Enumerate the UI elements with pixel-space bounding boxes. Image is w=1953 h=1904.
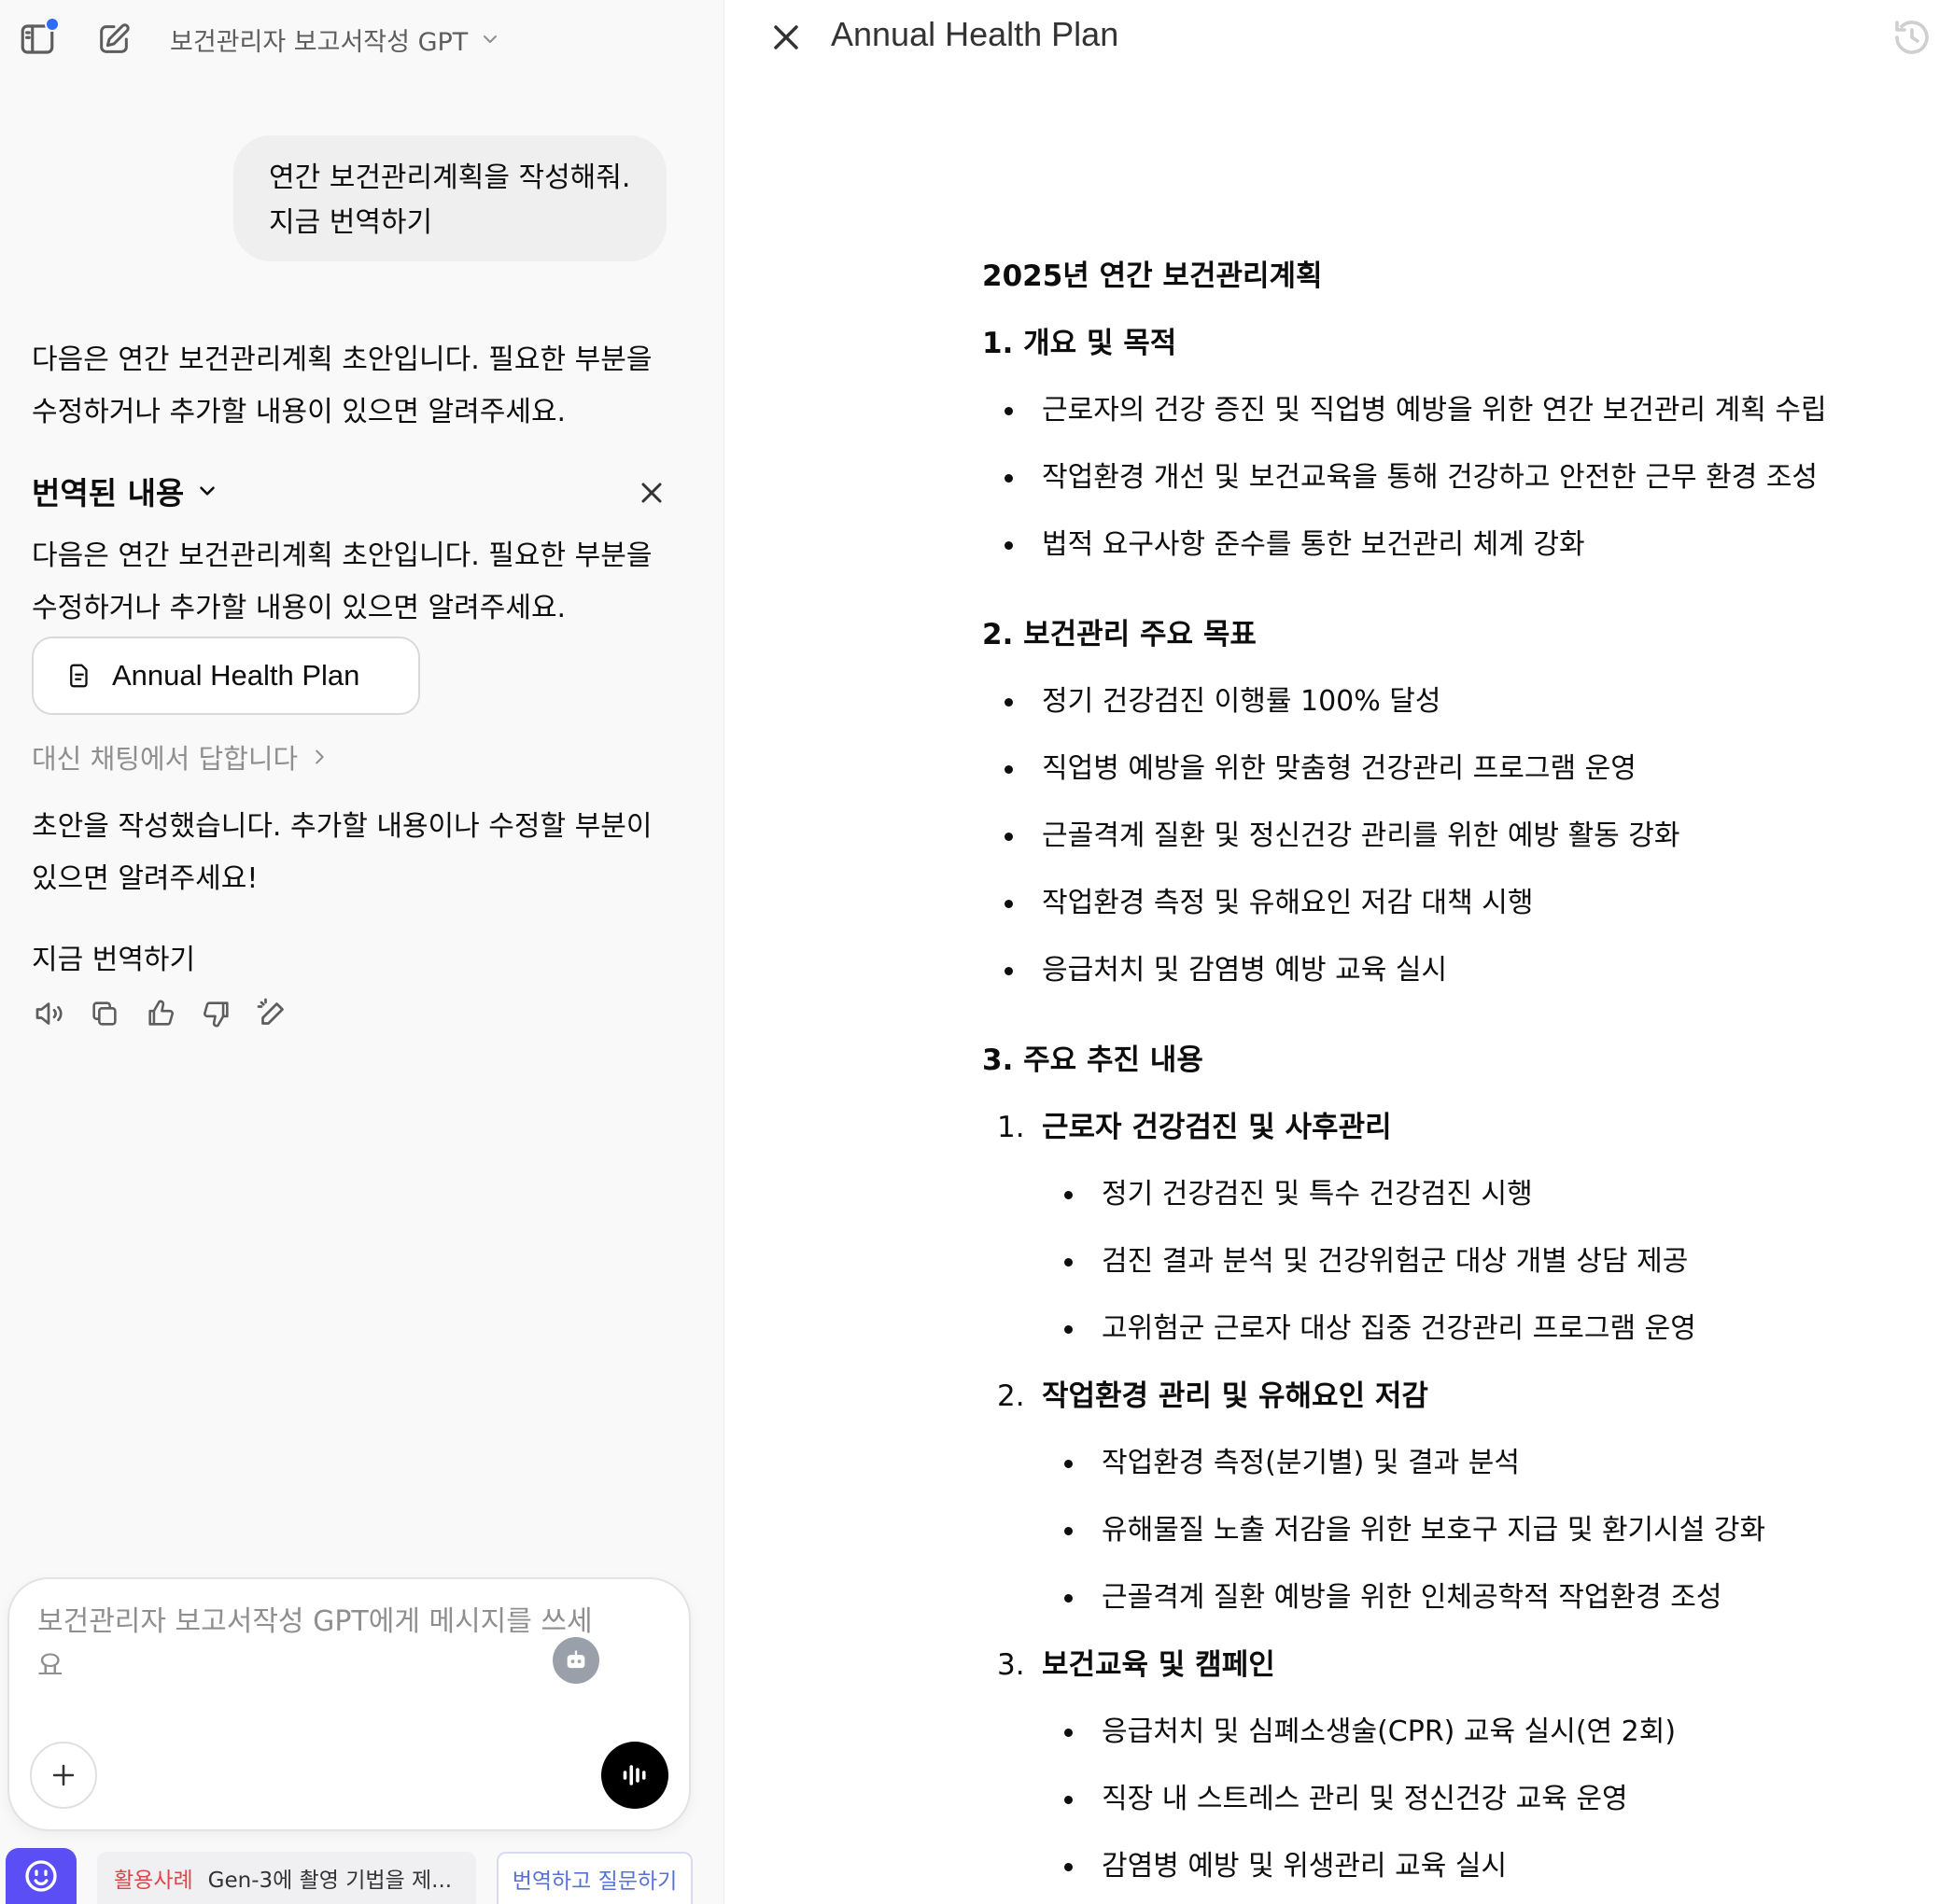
plus-icon bbox=[52, 1764, 75, 1786]
thumbs-down-icon[interactable] bbox=[200, 997, 233, 1030]
reply-in-chat-label: 대신 채팅에서 답합니다 bbox=[32, 743, 299, 775]
bullet-list: 작업환경 측정(분기별) 및 결과 분석 유해물질 노출 저감을 위한 보호구 … bbox=[982, 1439, 1878, 1641]
gpt-selector[interactable]: 보건관리자 보고서작성 GPT bbox=[170, 19, 501, 60]
list-item: 유해물질 노출 저감을 위한 보호구 지급 및 환기시설 강화 bbox=[982, 1506, 1878, 1574]
document-icon bbox=[70, 664, 88, 688]
list-item: 작업환경 측정 및 유해요인 저감 대책 시행 bbox=[982, 879, 1878, 946]
document-card-label: Annual Health Plan bbox=[112, 659, 360, 692]
subsection-number: 2. bbox=[997, 1379, 1025, 1413]
bottom-toolbar: 활용사례 Gen-3에 촬영 기법을 제... 번역하고 질문하기 bbox=[0, 1848, 724, 1904]
close-canvas-icon[interactable] bbox=[766, 17, 807, 58]
list-item: 작업환경 측정(분기별) 및 결과 분석 bbox=[982, 1439, 1878, 1506]
canvas-title: Annual Health Plan bbox=[831, 15, 1119, 53]
list-item: 작업환경 개선 및 보건교육을 통해 건강하고 안전한 근무 환경 조성 bbox=[982, 454, 1878, 521]
usecase-tag: 활용사례 bbox=[114, 1869, 193, 1893]
section-heading: 3. 주요 추진 내용 bbox=[982, 1043, 1203, 1077]
translate-and-ask-button[interactable]: 번역하고 질문하기 bbox=[497, 1852, 693, 1904]
assistant-reply-text: 초안을 작성했습니다. 추가할 내용이나 수정할 부분이 있으면 알려주세요! bbox=[32, 810, 653, 895]
list-item: 응급처치 및 감염병 예방 교육 실시 bbox=[982, 946, 1878, 1014]
brand-logo-button[interactable] bbox=[6, 1848, 77, 1904]
list-item: 감염병 예방 및 위생관리 교육 실시 bbox=[982, 1842, 1878, 1904]
voice-mode-button[interactable] bbox=[601, 1742, 668, 1809]
reply-in-chat-link[interactable]: 대신 채팅에서 답합니다 bbox=[32, 737, 330, 777]
list-item: 직업병 예방을 위한 맞춤형 건강관리 프로그램 운영 bbox=[982, 745, 1878, 812]
canvas-document[interactable]: 2025년 연간 보건관리계획 1. 개요 및 목적 근로자의 건강 증진 및 … bbox=[982, 252, 1878, 1904]
subsection-heading: 3. 보건교육 및 캠페인 bbox=[982, 1641, 1878, 1708]
translated-reply-text: 다음은 연간 보건관리계획 초안입니다. 필요한 부분을 수정하거나 추가할 내… bbox=[32, 539, 653, 624]
history-icon[interactable] bbox=[1890, 15, 1934, 60]
usecase-chip[interactable]: 활용사례 Gen-3에 촬영 기법을 제... bbox=[97, 1852, 476, 1904]
smile-logo-icon bbox=[25, 1860, 57, 1892]
canvas-document-card[interactable]: Annual Health Plan bbox=[32, 637, 420, 715]
list-item: 직장 내 스트레스 관리 및 정신건강 교육 운영 bbox=[982, 1775, 1878, 1842]
user-message-line: 지금 번역하기 bbox=[269, 206, 433, 239]
subsection-number: 1. bbox=[997, 1111, 1025, 1144]
message-action-row bbox=[32, 997, 289, 1030]
list-item: 근로자의 건강 증진 및 직업병 예방을 위한 연간 보건관리 계획 수립 bbox=[982, 386, 1878, 454]
bullet-list: 응급처치 및 심폐소생술(CPR) 교육 실시(연 2회) 직장 내 스트레스 … bbox=[982, 1708, 1878, 1904]
notification-dot bbox=[45, 17, 60, 32]
subsection-title: 보건교육 및 캠페인 bbox=[1042, 1648, 1275, 1682]
chevron-right-icon bbox=[316, 749, 324, 764]
new-chat-icon[interactable] bbox=[88, 13, 140, 65]
edit-sparkle-icon[interactable] bbox=[256, 997, 289, 1030]
list-item: 근골격계 질환 및 정신건강 관리를 위한 예방 활동 강화 bbox=[982, 812, 1878, 879]
list-item: 검진 결과 분석 및 건강위험군 대상 개별 상담 제공 bbox=[982, 1238, 1878, 1305]
user-message-bubble: 연간 보건관리계획을 작성해줘. 지금 번역하기 bbox=[233, 135, 667, 261]
section-heading: 2. 보건관리 주요 목표 bbox=[982, 618, 1257, 651]
translated-content-toggle[interactable]: 번역된 내용 bbox=[32, 469, 219, 513]
waveform-icon bbox=[623, 1765, 646, 1785]
translate-now-link[interactable]: 지금 번역하기 bbox=[32, 938, 195, 983]
subsection-number: 3. bbox=[997, 1648, 1025, 1682]
list-item: 근골격계 질환 예방을 위한 인체공학적 작업환경 조성 bbox=[982, 1574, 1878, 1641]
gpt-title-label: 보건관리자 보고서작성 GPT bbox=[170, 27, 469, 57]
bullet-list: 정기 건강검진 이행률 100% 달성 직업병 예방을 위한 맞춤형 건강관리 … bbox=[982, 678, 1878, 1014]
list-item: 정기 건강검진 및 특수 건강검진 시행 bbox=[982, 1170, 1878, 1238]
list-item: 응급처치 및 심폐소생술(CPR) 교육 실시(연 2회) bbox=[982, 1708, 1878, 1775]
copy-icon[interactable] bbox=[88, 997, 121, 1030]
translated-heading-label: 번역된 내용 bbox=[32, 475, 185, 511]
usecase-text: Gen-3에 촬영 기법을 제... bbox=[207, 1869, 453, 1893]
subsection-heading: 2. 작업환경 관리 및 유해요인 저감 bbox=[982, 1372, 1878, 1439]
sidebar-toggle-icon[interactable] bbox=[11, 13, 63, 65]
subsection-heading: 1. 근로자 건강검진 및 사후관리 bbox=[982, 1103, 1878, 1170]
canvas-pane: Annual Health Plan 2025년 연간 보건관리계획 1. 개요… bbox=[724, 0, 1953, 1904]
list-item: 정기 건강검진 이행률 100% 달성 bbox=[982, 678, 1878, 745]
thumbs-up-icon[interactable] bbox=[144, 997, 177, 1030]
user-message-line: 연간 보건관리계획을 작성해줘. bbox=[269, 161, 631, 194]
list-item: 법적 요구사항 준수를 통한 보건관리 체계 강화 bbox=[982, 521, 1878, 588]
message-composer[interactable]: 보건관리자 보고서작성 GPT에게 메시지를 쓰세요 bbox=[7, 1577, 691, 1831]
assistant-reply-text: 다음은 연간 보건관리계획 초안입니다. 필요한 부분을 수정하거나 추가할 내… bbox=[32, 343, 653, 428]
section-heading: 1. 개요 및 목적 bbox=[982, 327, 1177, 360]
chevron-down-icon bbox=[200, 486, 216, 496]
chat-pane: 보건관리자 보고서작성 GPT 연간 보건관리계획을 작성해줘. 지금 번역하기… bbox=[0, 0, 724, 1904]
add-attachment-button[interactable] bbox=[30, 1742, 97, 1809]
close-icon[interactable] bbox=[635, 476, 668, 510]
read-aloud-icon[interactable] bbox=[32, 997, 65, 1030]
subsection-title: 작업환경 관리 및 유해요인 저감 bbox=[1042, 1379, 1428, 1413]
subsection-title: 근로자 건강검진 및 사후관리 bbox=[1042, 1111, 1392, 1144]
chevron-down-icon bbox=[484, 35, 498, 43]
document-title: 2025년 연간 보건관리계획 bbox=[982, 259, 1323, 293]
message-input[interactable]: 보건관리자 보고서작성 GPT에게 메시지를 쓰세요 bbox=[37, 1600, 616, 1689]
list-item: 고위험군 근로자 대상 집중 건강관리 프로그램 운영 bbox=[982, 1305, 1878, 1372]
bullet-list: 정기 건강검진 및 특수 건강검진 시행 검진 결과 분석 및 건강위험군 대상… bbox=[982, 1170, 1878, 1372]
bullet-list: 근로자의 건강 증진 및 직업병 예방을 위한 연간 보건관리 계획 수립 작업… bbox=[982, 386, 1878, 588]
bot-icon[interactable] bbox=[553, 1637, 599, 1684]
